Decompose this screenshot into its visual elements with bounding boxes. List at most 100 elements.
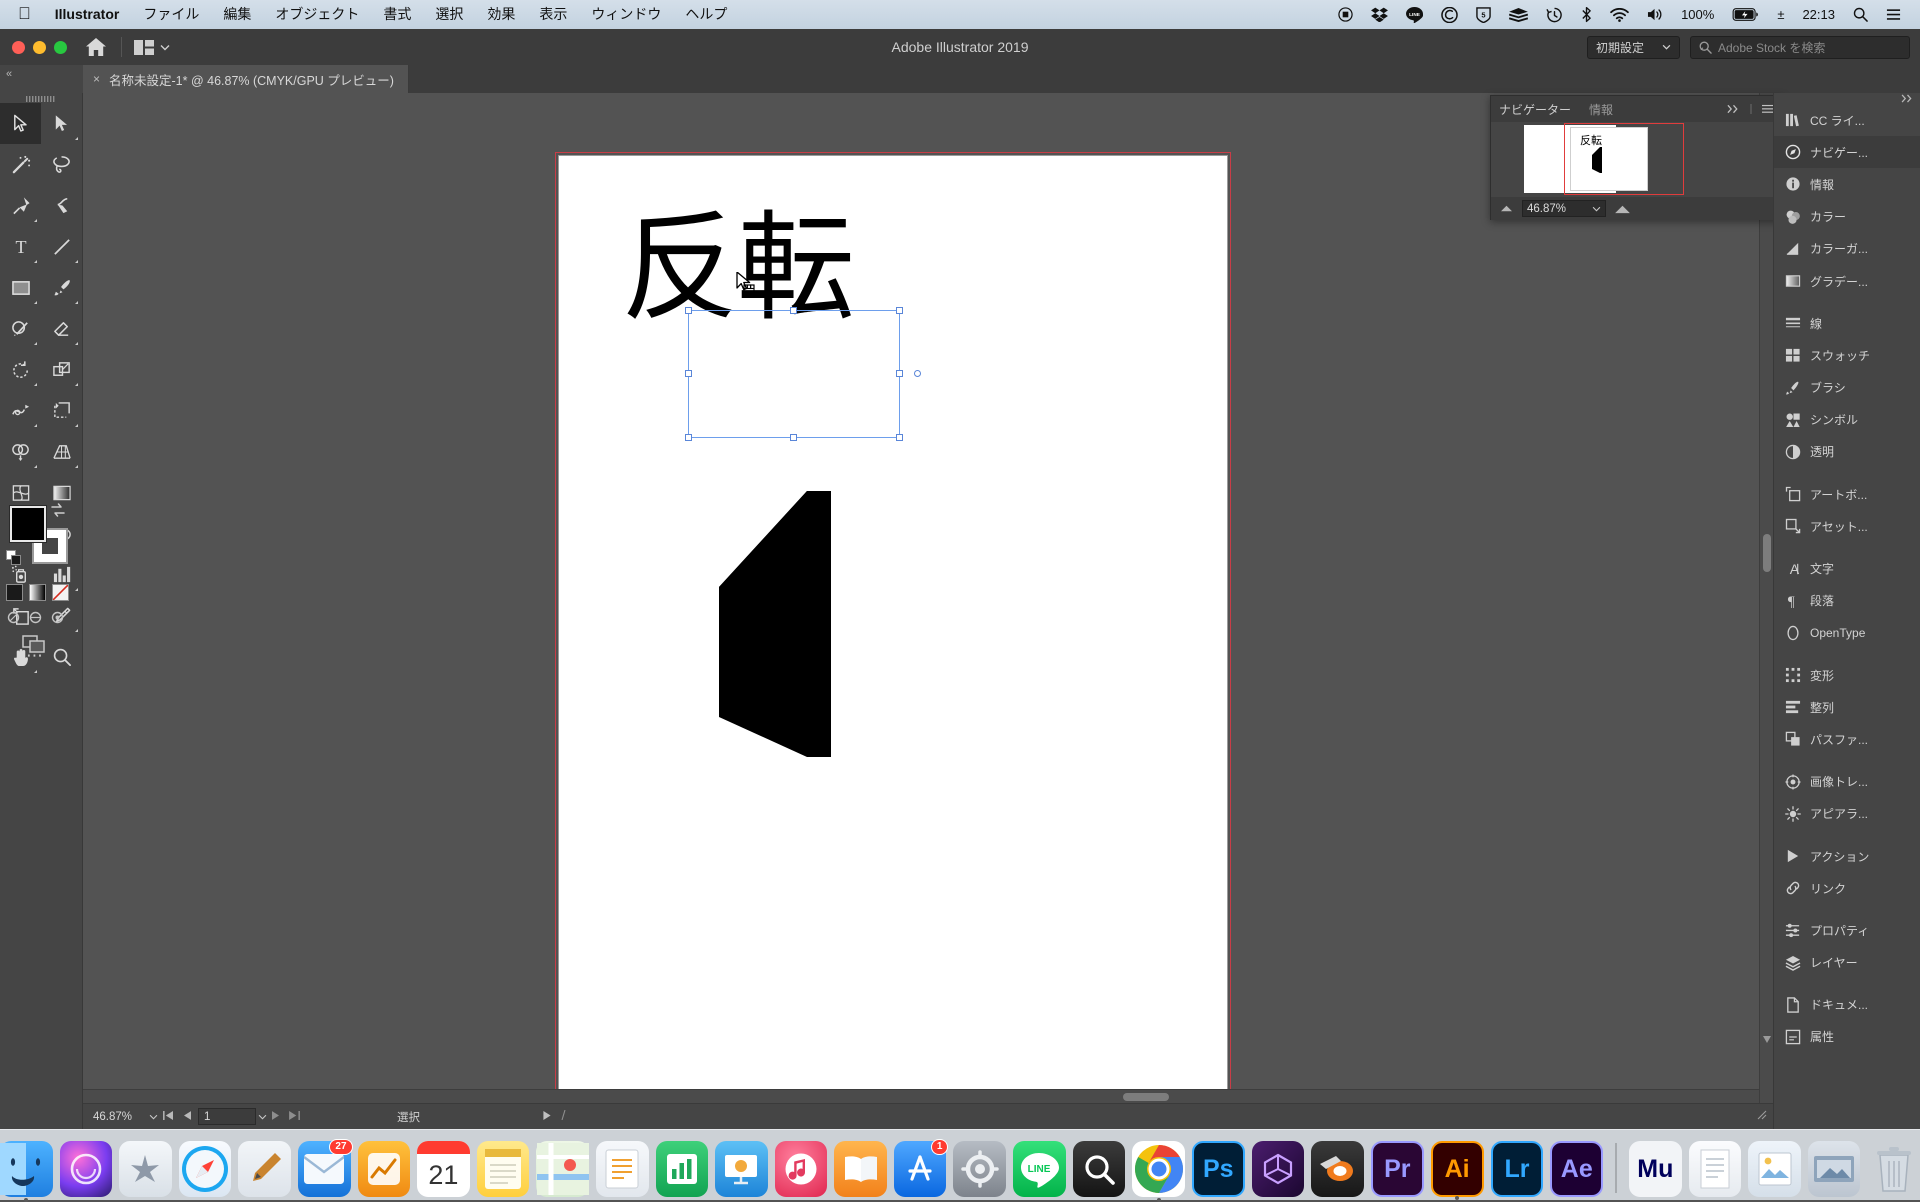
dock-item-mail[interactable]: 27 xyxy=(298,1141,351,1197)
gradient-swatch-icon[interactable] xyxy=(29,584,46,601)
time-machine-icon[interactable] xyxy=(1537,0,1572,29)
dock-item-muse[interactable]: Mu xyxy=(1629,1141,1682,1197)
direct-selection-tool[interactable] xyxy=(41,103,82,144)
selection-handle-s[interactable] xyxy=(790,434,797,441)
menu-item-window[interactable]: ウィンドウ xyxy=(579,0,673,29)
first-artboard-icon[interactable] xyxy=(158,1111,179,1123)
dock-item-aftereffects[interactable]: Ae xyxy=(1550,1141,1603,1197)
notification-center-icon[interactable] xyxy=(1877,0,1910,29)
dock-item-appstore[interactable]: 1 xyxy=(894,1141,947,1197)
line-segment-tool[interactable] xyxy=(41,226,82,267)
width-tool[interactable] xyxy=(0,390,41,431)
panel-item-appearance[interactable]: アピアラ... xyxy=(1774,798,1920,830)
panel-item-attributes[interactable]: 属性 xyxy=(1774,1021,1920,1053)
panel-item-transform[interactable]: 変形 xyxy=(1774,659,1920,691)
panel-item-stroke[interactable]: 線 xyxy=(1774,307,1920,339)
dock-item-trash[interactable] xyxy=(1867,1141,1920,1197)
document-tab[interactable]: × 名称未設定-1* @ 46.87% (CMYK/GPU プレビュー) xyxy=(83,65,409,93)
artboard-dropdown-chevron-down-icon[interactable] xyxy=(258,1114,267,1120)
menu-item-effect[interactable]: 効果 xyxy=(475,0,527,29)
creative-cloud-icon[interactable] xyxy=(1432,0,1467,29)
pen-tool[interactable] xyxy=(0,185,41,226)
selection-handle-nw[interactable] xyxy=(685,307,692,314)
selection-handle-e[interactable] xyxy=(896,370,903,377)
menu-item-object[interactable]: オブジェクト xyxy=(263,0,371,29)
dock-item-numbers[interactable] xyxy=(656,1141,709,1197)
panel-item-align[interactable]: 整列 xyxy=(1774,691,1920,723)
navigator-panel[interactable]: ナビゲーター 情報 反転 46.87% xyxy=(1490,95,1783,220)
stock-search-input[interactable]: Adobe Stock を検索 xyxy=(1690,36,1910,59)
paintbrush-tool[interactable] xyxy=(41,267,82,308)
next-artboard-icon[interactable] xyxy=(267,1111,284,1123)
eraser-tool[interactable] xyxy=(41,308,82,349)
dock-item-pages[interactable] xyxy=(596,1141,649,1197)
panel-item-links[interactable]: リンク xyxy=(1774,872,1920,904)
panel-item-info[interactable]: 情報 xyxy=(1774,168,1920,200)
dock-item-notepad[interactable] xyxy=(1689,1141,1742,1197)
resize-grip-icon[interactable] xyxy=(1757,1110,1773,1123)
last-artboard-icon[interactable] xyxy=(284,1111,305,1123)
panel-item-brushes[interactable]: ブラシ xyxy=(1774,372,1920,404)
panel-item-color[interactable]: カラー xyxy=(1774,201,1920,233)
dock-item-maps[interactable] xyxy=(536,1141,589,1197)
selection-handle-w[interactable] xyxy=(685,370,692,377)
selection-handle-se[interactable] xyxy=(896,434,903,441)
horizontal-scrollbar[interactable] xyxy=(83,1089,1759,1103)
dock-item-quicklook[interactable] xyxy=(1073,1141,1126,1197)
vertical-scroll-thumb[interactable] xyxy=(1763,534,1771,572)
minimize-window-button[interactable] xyxy=(33,41,46,54)
zoom-tool[interactable] xyxy=(41,636,82,677)
panel-item-swatches[interactable]: スウォッチ xyxy=(1774,339,1920,371)
selection-handle-n[interactable] xyxy=(790,307,797,314)
stack-icon[interactable] xyxy=(1500,0,1537,29)
dock-item-keynote[interactable] xyxy=(715,1141,768,1197)
zoom-in-large-icon[interactable] xyxy=(1614,203,1631,215)
dock-item-premiere[interactable]: Pr xyxy=(1371,1141,1424,1197)
dock-item-chrome[interactable] xyxy=(1132,1141,1185,1197)
scale-tool[interactable] xyxy=(41,349,82,390)
panel-item-layers[interactable]: レイヤー xyxy=(1774,947,1920,979)
dock-item-blender[interactable] xyxy=(1311,1141,1364,1197)
dock-item-photoshop[interactable]: Ps xyxy=(1192,1141,1245,1197)
selection-tool[interactable] xyxy=(0,103,41,144)
none-swatch-icon[interactable] xyxy=(52,584,69,601)
record-icon[interactable] xyxy=(1329,0,1362,29)
status-menu-triangle-right-icon[interactable] xyxy=(538,1111,556,1123)
dock-item-system-preferences[interactable] xyxy=(953,1141,1006,1197)
toolbar-collapse-button[interactable]: « xyxy=(0,65,83,93)
dock-item-ibooks[interactable] xyxy=(834,1141,887,1197)
dock-item-dimension[interactable] xyxy=(1252,1141,1305,1197)
panel-item-paragraph[interactable]: ¶ 段落 xyxy=(1774,585,1920,617)
zoom-level-field[interactable]: 46.87% xyxy=(91,1108,149,1125)
rotate-handle[interactable] xyxy=(914,370,921,377)
maximize-window-button[interactable] xyxy=(54,41,67,54)
panel-item-image-trace[interactable]: 画像トレ... xyxy=(1774,766,1920,798)
workspace-switcher[interactable]: 初期設定 xyxy=(1587,36,1680,59)
free-transform-tool[interactable] xyxy=(41,390,82,431)
previous-artboard-icon[interactable] xyxy=(179,1111,196,1123)
line-icon[interactable]: LINE xyxy=(1397,0,1432,29)
dock-item-lightroom[interactable]: Lr xyxy=(1491,1141,1544,1197)
tab-info[interactable]: 情報 xyxy=(1589,101,1613,118)
color-swatch-icon[interactable] xyxy=(6,584,23,601)
tab-navigator[interactable]: ナビゲーター xyxy=(1499,101,1571,118)
rotate-tool[interactable] xyxy=(0,349,41,390)
dock-item-illustrator[interactable]: Ai xyxy=(1431,1141,1484,1197)
dock-item-preview[interactable] xyxy=(1748,1141,1801,1197)
selection-handle-ne[interactable] xyxy=(896,307,903,314)
dock-item-launchpad[interactable] xyxy=(119,1141,172,1197)
panel-item-character[interactable]: A 文字 xyxy=(1774,552,1920,584)
dock-item-notes[interactable] xyxy=(477,1141,530,1197)
menu-app-name[interactable]: Illustrator xyxy=(43,0,132,29)
scroll-down-icon[interactable] xyxy=(1763,1036,1771,1043)
dock-item-itunes[interactable] xyxy=(775,1141,828,1197)
menu-item-select[interactable]: 選択 xyxy=(423,0,475,29)
perspective-grid-tool[interactable] xyxy=(41,431,82,472)
draw-normal-icon[interactable] xyxy=(6,610,21,625)
zoom-dropdown-chevron-down-icon[interactable] xyxy=(149,1114,158,1120)
panel-item-document-info[interactable]: ドキュメ... xyxy=(1774,989,1920,1021)
panel-item-color-guide[interactable]: カラーガ... xyxy=(1774,233,1920,265)
menu-item-type[interactable]: 書式 xyxy=(371,0,423,29)
dropbox-icon[interactable] xyxy=(1362,0,1397,29)
shape-builder-tool[interactable] xyxy=(0,431,41,472)
